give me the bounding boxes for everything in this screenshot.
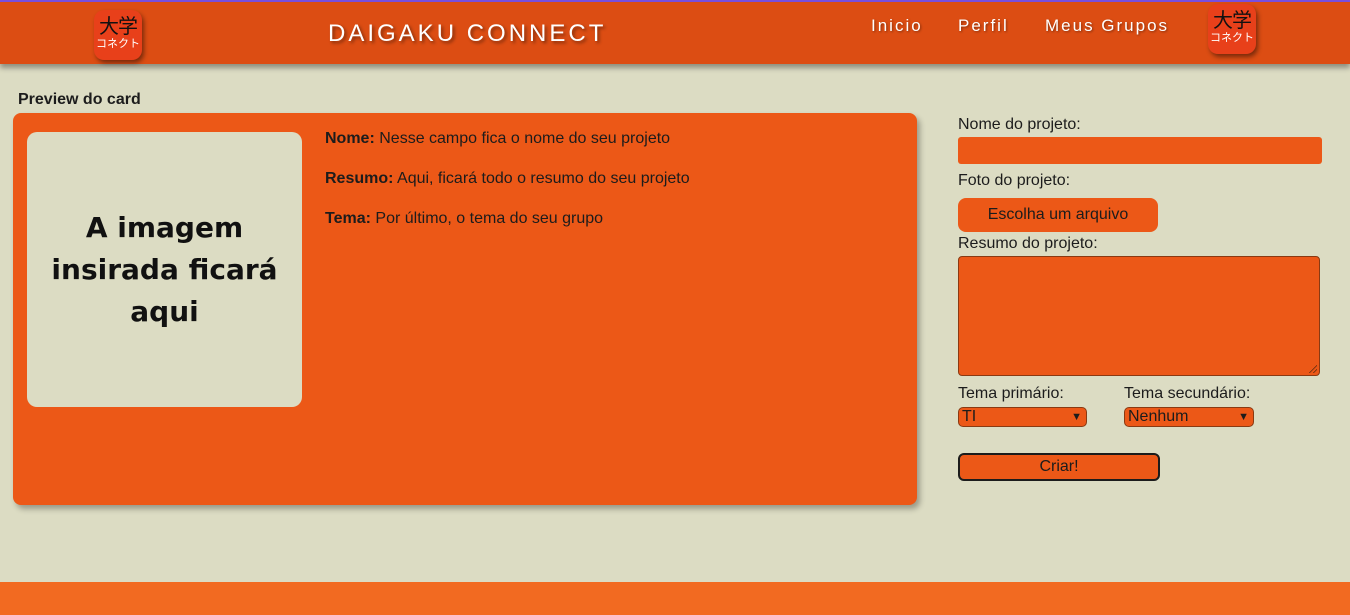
card-summary-line: Resumo: Aqui, ficará todo o resumo do se… — [325, 170, 690, 188]
brand-title: DAIGAKU CONNECT — [328, 20, 607, 47]
secondary-theme-select[interactable]: Nenhum ▼ — [1124, 407, 1254, 427]
footer — [0, 582, 1350, 615]
project-name-input[interactable] — [958, 137, 1322, 164]
create-button[interactable]: Criar! — [958, 453, 1160, 481]
card-name-line: Nome: Nesse campo fica o nome do seu pro… — [325, 130, 670, 148]
nav-inicio[interactable]: Inicio — [871, 16, 923, 36]
project-summary-textarea[interactable] — [958, 256, 1320, 376]
card-theme-key: Tema: — [325, 210, 371, 227]
navbar: 大学 コネクト DAIGAKU CONNECT Inicio Perfil Me… — [0, 2, 1350, 64]
project-card-preview: A imagem insirada ficará aqui Nome: Ness… — [13, 113, 917, 505]
profile-logo[interactable]: 大学 コネクト — [1208, 4, 1256, 54]
profile-logo-kanji: 大学 — [1213, 8, 1252, 32]
image-placeholder: A imagem insirada ficará aqui — [27, 132, 302, 407]
logo[interactable]: 大学 コネクト — [94, 10, 142, 60]
project-name-label: Nome do projeto: — [958, 116, 1081, 133]
project-summary-label: Resumo do projeto: — [958, 235, 1098, 252]
nav-perfil[interactable]: Perfil — [958, 16, 1009, 36]
preview-label: Preview do card — [18, 91, 141, 108]
secondary-theme-value: Nenhum — [1128, 408, 1189, 425]
image-placeholder-text: A imagem insirada ficará aqui — [51, 210, 278, 328]
logo-kanji: 大学 — [99, 14, 138, 38]
primary-theme-select[interactable]: TI ▼ — [958, 407, 1087, 427]
chevron-down-icon: ▼ — [1071, 411, 1082, 423]
card-summary-key: Resumo: — [325, 170, 394, 187]
primary-theme-value: TI — [962, 408, 977, 425]
project-photo-label: Foto do projeto: — [958, 172, 1071, 189]
choose-file-button[interactable]: Escolha um arquivo — [958, 198, 1158, 232]
profile-logo-kana: コネクト — [1210, 31, 1254, 44]
logo-kana: コネクト — [96, 37, 140, 50]
card-summary-value: Aqui, ficará todo o resumo do seu projet… — [397, 170, 690, 187]
nav-meus-grupos[interactable]: Meus Grupos — [1045, 16, 1169, 36]
card-name-value: Nesse campo fica o nome do seu projeto — [379, 130, 671, 147]
card-theme-value: Por último, o tema do seu grupo — [375, 210, 604, 227]
card-name-key: Nome: — [325, 130, 375, 147]
card-theme-line: Tema: Por último, o tema do seu grupo — [325, 210, 603, 228]
secondary-theme-label: Tema secundário: — [1124, 385, 1251, 402]
resize-handle-icon[interactable] — [1309, 365, 1317, 373]
chevron-down-icon: ▼ — [1238, 411, 1249, 423]
primary-theme-label: Tema primário: — [958, 385, 1064, 402]
